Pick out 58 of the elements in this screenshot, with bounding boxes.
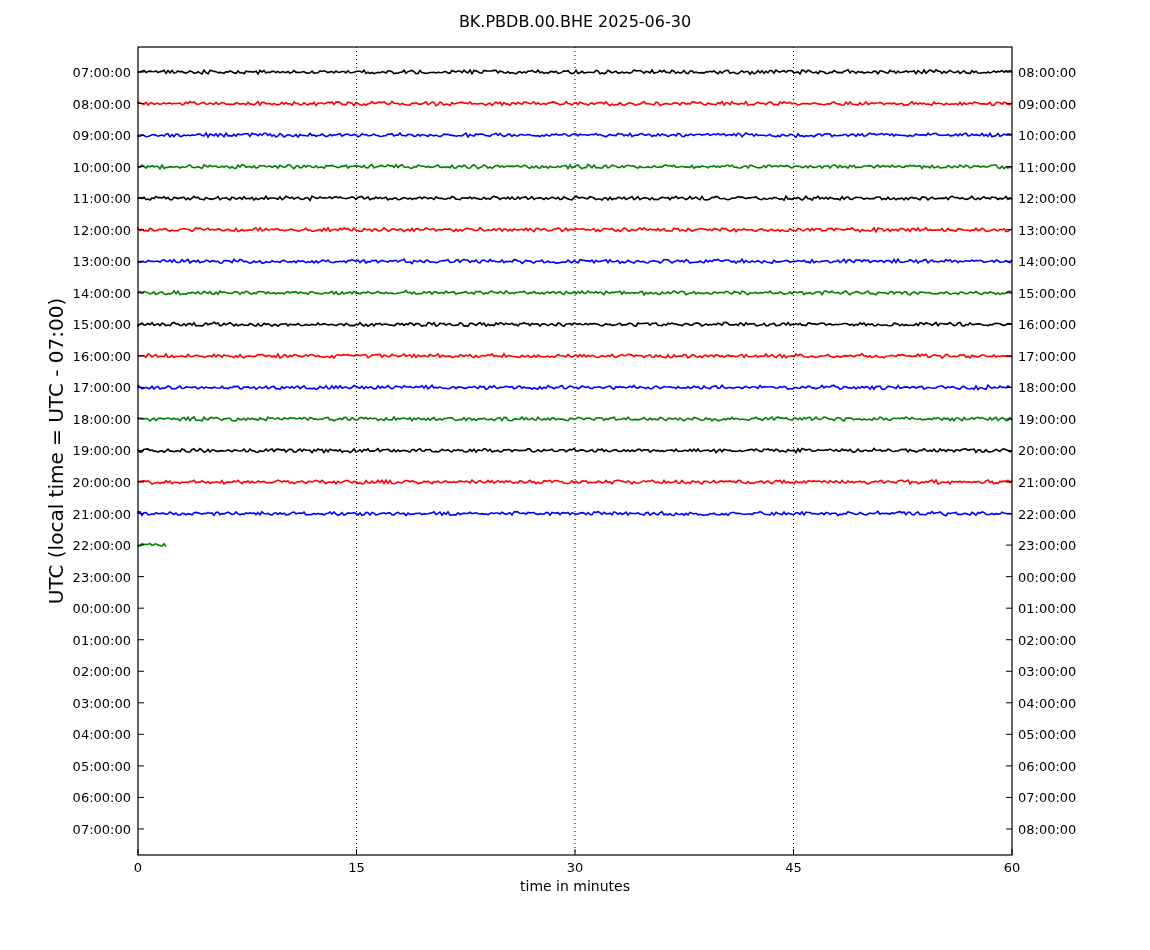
- y-tick-label: 08:00:00: [72, 96, 131, 112]
- y-tick-label: 14:00:00: [1018, 254, 1077, 270]
- y-tick-label: 03:00:00: [72, 695, 131, 711]
- y-tick-label: 05:00:00: [72, 758, 131, 774]
- y-tick-label: 11:00:00: [1018, 159, 1077, 175]
- y-tick-label: 12:00:00: [72, 222, 131, 238]
- y-tick-label: 00:00:00: [1018, 569, 1077, 585]
- y-tick-label: 02:00:00: [1018, 632, 1077, 648]
- y-tick-label: 12:00:00: [1018, 191, 1077, 207]
- y-tick-label: 10:00:00: [1018, 128, 1077, 144]
- y-tick-label: 06:00:00: [1018, 758, 1077, 774]
- x-tick-label: 45: [785, 860, 802, 875]
- y-tick-label: 14:00:00: [72, 285, 131, 301]
- y-tick-label: 21:00:00: [1018, 475, 1077, 490]
- y-tick-label: 16:00:00: [72, 348, 131, 364]
- y-tick-label: 02:00:00: [72, 664, 131, 680]
- y-tick-label: 15:00:00: [1018, 285, 1077, 301]
- y-tick-label: 08:00:00: [1018, 65, 1077, 80]
- y-tick-label: 05:00:00: [1018, 727, 1077, 743]
- y-tick-label: 23:00:00: [72, 569, 131, 585]
- x-tick-label: 0: [133, 860, 143, 875]
- y-tick-label: 19:00:00: [1018, 411, 1077, 427]
- y-tick-label: 20:00:00: [72, 475, 131, 490]
- y-tick-label: 22:00:00: [1018, 506, 1077, 522]
- y-tick-label: 04:00:00: [72, 727, 131, 743]
- y-tick-label: 01:00:00: [1018, 601, 1077, 617]
- y-tick-label: 19:00:00: [72, 443, 131, 459]
- y-tick-label: 21:00:00: [72, 506, 131, 522]
- y-tick-label: 07:00:00: [72, 821, 131, 837]
- y-tick-label: 00:00:00: [72, 601, 131, 617]
- x-tick-label: 60: [1003, 860, 1021, 875]
- y-tick-label: 10:00:00: [72, 159, 131, 175]
- y-tick-label: 17:00:00: [72, 380, 131, 396]
- y-tick-label: 17:00:00: [1018, 348, 1077, 364]
- y-tick-label: 08:00:00: [1018, 821, 1077, 837]
- y-tick-label: 18:00:00: [1018, 380, 1077, 396]
- y-tick-label: 20:00:00: [1018, 443, 1077, 459]
- y-tick-label: 07:00:00: [1018, 790, 1077, 806]
- y-tick-label: 18:00:00: [72, 411, 131, 427]
- y-tick-label: 06:00:00: [72, 790, 131, 806]
- y-tick-label: 16:00:00: [1018, 317, 1077, 333]
- y-tick-label: 13:00:00: [72, 254, 131, 270]
- y-tick-label: 13:00:00: [1018, 222, 1077, 238]
- y-tick-label: 22:00:00: [72, 538, 131, 554]
- x-axis-label: time in minutes: [520, 878, 630, 894]
- y-axis-label: UTC (local time = UTC - 07:00): [44, 297, 68, 605]
- x-tick-label: 30: [566, 860, 584, 875]
- y-tick-label: 23:00:00: [1018, 538, 1077, 554]
- y-tick-label: 15:00:00: [72, 317, 131, 333]
- y-tick-label: 09:00:00: [1018, 96, 1077, 112]
- x-tick-label: 15: [348, 860, 365, 875]
- y-tick-label: 01:00:00: [72, 632, 131, 648]
- y-tick-label: 03:00:00: [1018, 664, 1077, 680]
- y-tick-label: 07:00:00: [72, 65, 131, 80]
- y-tick-label: 04:00:00: [1018, 695, 1077, 711]
- chart-title: BK.PBDB.00.BHE 2025-06-30: [458, 12, 692, 31]
- y-tick-label: 09:00:00: [72, 128, 131, 144]
- y-tick-label: 11:00:00: [72, 191, 131, 207]
